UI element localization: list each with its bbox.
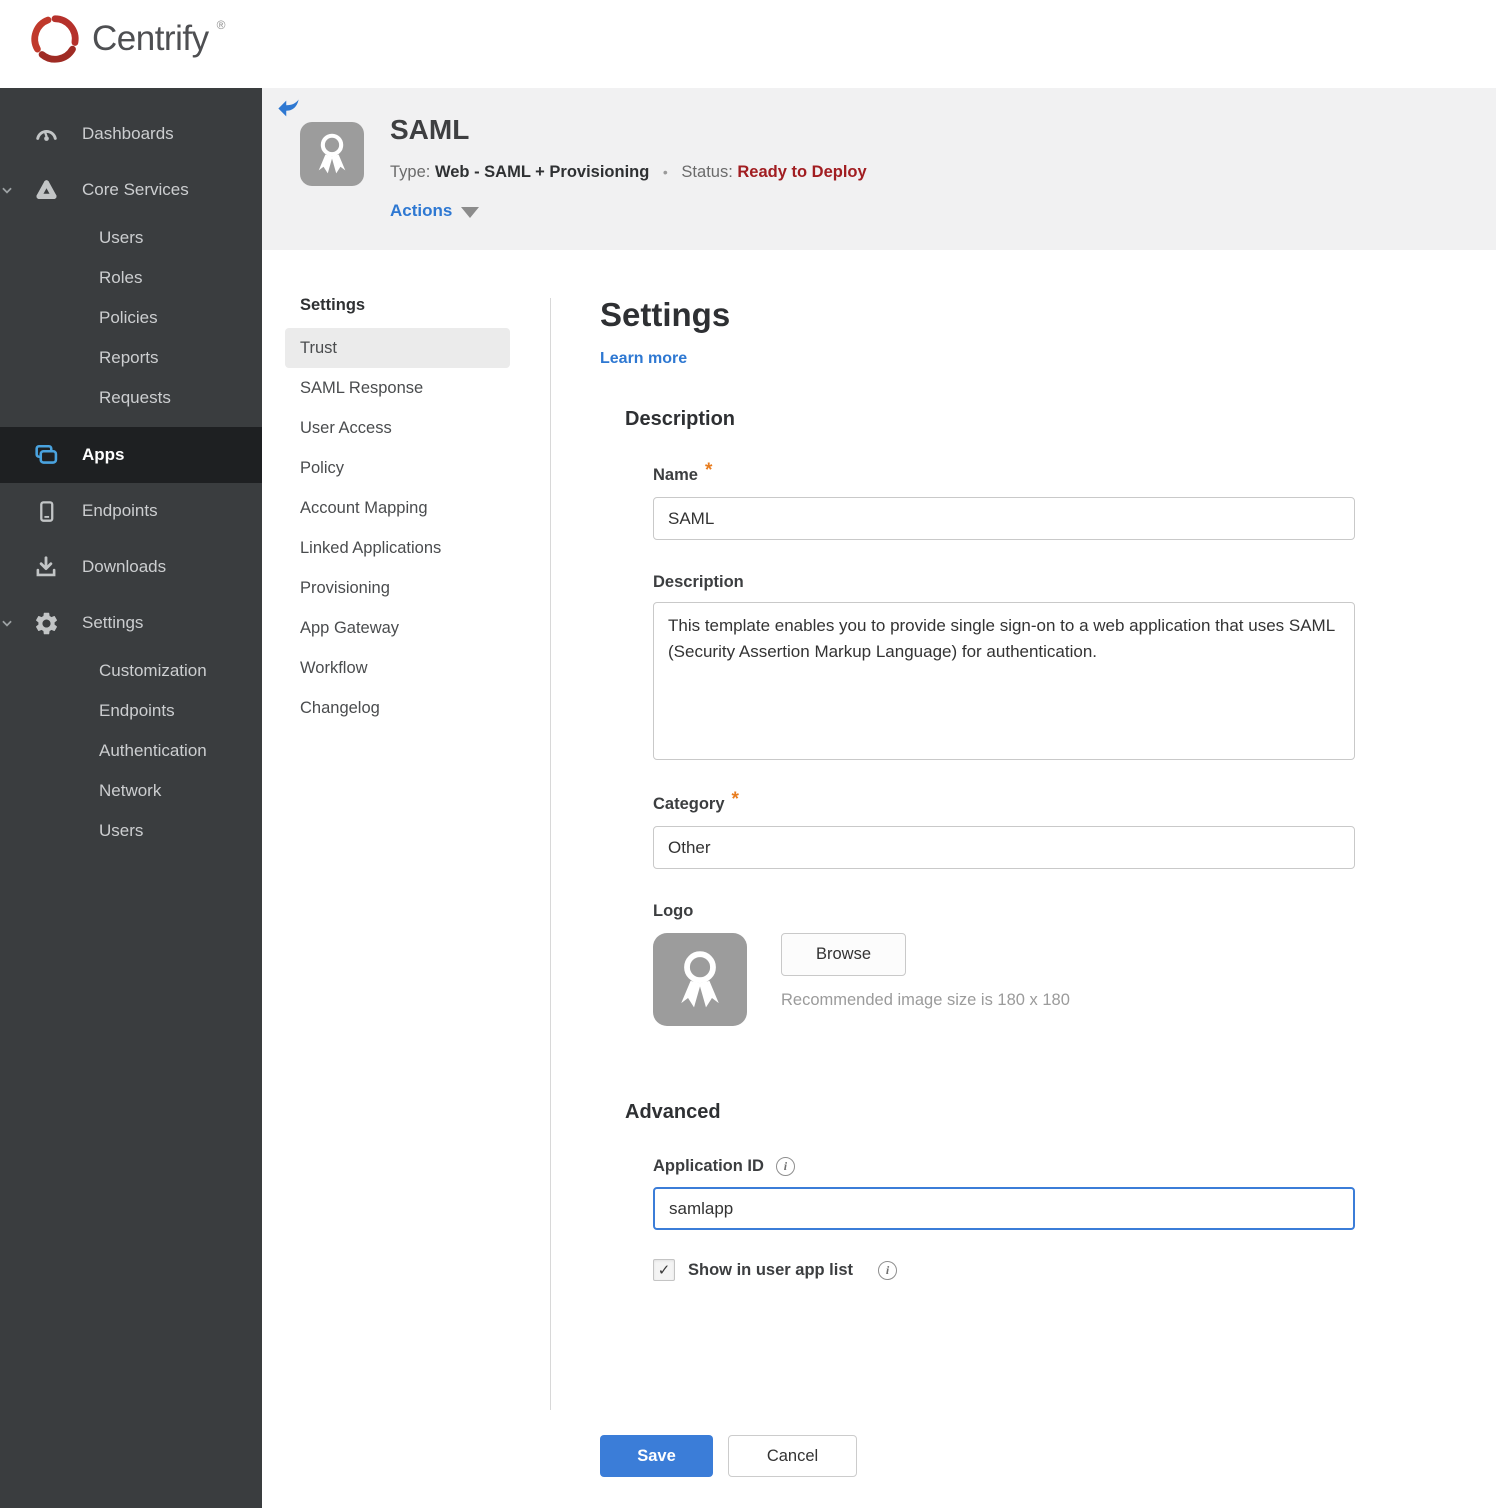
app-logo	[300, 122, 364, 186]
subnav-item-provisioning[interactable]: Provisioning	[285, 568, 510, 608]
chevron-down-icon	[0, 616, 14, 630]
apps-icon	[32, 441, 60, 469]
sidebar-label-dashboards: Dashboards	[82, 124, 174, 143]
subnav-item-user-access[interactable]: User Access	[285, 408, 510, 448]
category-input[interactable]	[653, 826, 1355, 869]
learn-more-link[interactable]: Learn more	[600, 350, 687, 368]
logo-actions: Browse Recommended image size is 180 x 1…	[781, 933, 1070, 1010]
subnav-item-changelog[interactable]: Changelog	[285, 688, 510, 728]
mobile-device-icon	[32, 497, 60, 525]
required-asterisk: *	[704, 460, 713, 481]
content: SAML Type: Web - SAML + Provisioning • S…	[262, 88, 1496, 1508]
cluster-icon	[32, 176, 60, 204]
description-textarea[interactable]: This template enables you to provide sin…	[653, 602, 1355, 760]
logo-row: Browse Recommended image size is 180 x 1…	[653, 933, 1370, 1026]
sidebar-item-core-services[interactable]: Core Services	[0, 162, 262, 218]
section-title: Settings	[600, 296, 731, 333]
sidebar-item-users[interactable]: Users	[0, 218, 262, 258]
category-label: Category *	[653, 789, 739, 813]
application-id-input[interactable]	[653, 1187, 1355, 1230]
subnav-item-trust[interactable]: Trust	[285, 328, 510, 368]
status-label: Status:	[681, 163, 733, 181]
sidebar-item-dashboards[interactable]: Dashboards	[0, 106, 262, 162]
app-subnav: Settings Trust SAML Response User Access…	[285, 296, 510, 728]
sidebar: Dashboards Core Services Users Roles Pol…	[0, 88, 262, 1508]
advanced-section-heading: Advanced	[625, 1101, 721, 1123]
gear-icon	[32, 609, 60, 637]
show-in-user-app-list-checkbox[interactable]: ✓	[653, 1259, 675, 1281]
sidebar-item-settings-users[interactable]: Users	[0, 811, 262, 851]
type-value: Web - SAML + Provisioning	[434, 163, 650, 181]
sidebar-item-network[interactable]: Network	[0, 771, 262, 811]
chevron-down-icon	[461, 206, 480, 218]
centrify-swirl-icon	[31, 15, 79, 63]
subnav-item-workflow[interactable]: Workflow	[285, 648, 510, 688]
registered-mark: ®	[216, 18, 226, 32]
required-asterisk: *	[731, 789, 739, 810]
download-icon	[32, 553, 60, 581]
sidebar-label-apps: Apps	[82, 445, 125, 464]
logo-label: Logo	[653, 902, 694, 920]
app-header: SAML Type: Web - SAML + Provisioning • S…	[262, 88, 1496, 250]
main: Settings Trust SAML Response User Access…	[262, 250, 1496, 1508]
info-icon[interactable]: i	[878, 1260, 898, 1280]
form-buttons: Save Cancel	[600, 1435, 1370, 1477]
page-title: SAML	[390, 114, 470, 145]
sidebar-item-reports[interactable]: Reports	[0, 338, 262, 378]
subnav-item-account-mapping[interactable]: Account Mapping	[285, 488, 510, 528]
application-id-label: Application ID i	[653, 1157, 1370, 1176]
sidebar-item-requests[interactable]: Requests	[0, 378, 262, 418]
name-label: Name *	[653, 460, 713, 484]
sidebar-item-downloads[interactable]: Downloads	[0, 539, 262, 595]
logo-hint: Recommended image size is 180 x 180	[781, 991, 1070, 1009]
sidebar-item-settings[interactable]: Settings	[0, 595, 262, 651]
type-label: Type:	[390, 163, 431, 181]
show-in-user-app-list-label: Show in user app list	[688, 1260, 854, 1279]
subnav-heading: Settings	[300, 296, 366, 314]
dot-separator: •	[662, 164, 668, 180]
browse-button[interactable]: Browse	[781, 933, 907, 976]
subnav-item-policy[interactable]: Policy	[285, 448, 510, 488]
sidebar-item-authentication[interactable]: Authentication	[0, 731, 262, 771]
description-label: Description	[653, 573, 744, 591]
sidebar-label-settings: Settings	[82, 613, 144, 632]
chevron-down-icon	[0, 183, 14, 197]
page: Centrify ® Dashboards Core Services User…	[0, 0, 1496, 1508]
back-arrow-icon[interactable]	[275, 95, 302, 122]
settings-form: Settings Learn more Description Name * D…	[600, 296, 1370, 1477]
sidebar-item-apps[interactable]: Apps	[0, 427, 262, 483]
info-icon[interactable]: i	[775, 1157, 795, 1176]
sidebar-label-endpoints: Endpoints	[82, 501, 158, 520]
sidebar-label-core-services: Core Services	[82, 180, 189, 199]
gauge-icon	[32, 120, 60, 148]
subnav-item-app-gateway[interactable]: App Gateway	[285, 608, 510, 648]
sidebar-item-policies[interactable]: Policies	[0, 298, 262, 338]
sidebar-item-settings-endpoints[interactable]: Endpoints	[0, 691, 262, 731]
check-icon: ✓	[657, 1262, 671, 1279]
topbar: Centrify ®	[0, 0, 1496, 88]
actions-label: Actions	[390, 201, 453, 220]
sidebar-item-roles[interactable]: Roles	[0, 258, 262, 298]
description-section-heading: Description	[625, 408, 736, 430]
status-badge: Ready to Deploy	[737, 163, 867, 181]
subnav-item-saml-response[interactable]: SAML Response	[285, 368, 510, 408]
show-in-user-app-list-row: ✓ Show in user app list i	[653, 1259, 1370, 1281]
app-logo-preview	[653, 933, 747, 1026]
sidebar-item-endpoints[interactable]: Endpoints	[0, 483, 262, 539]
vertical-divider	[550, 298, 551, 1410]
cancel-button[interactable]: Cancel	[728, 1435, 857, 1477]
app-meta-line: Type: Web - SAML + Provisioning • Status…	[390, 163, 867, 182]
subnav-item-linked-applications[interactable]: Linked Applications	[285, 528, 510, 568]
sidebar-label-downloads: Downloads	[82, 557, 167, 576]
brand-name: Centrify	[92, 19, 209, 58]
actions-dropdown[interactable]: Actions	[390, 201, 480, 221]
save-button[interactable]: Save	[600, 1435, 713, 1477]
brand-logo: Centrify ®	[28, 12, 225, 66]
name-input[interactable]	[653, 497, 1355, 540]
sidebar-item-customization[interactable]: Customization	[0, 651, 262, 691]
